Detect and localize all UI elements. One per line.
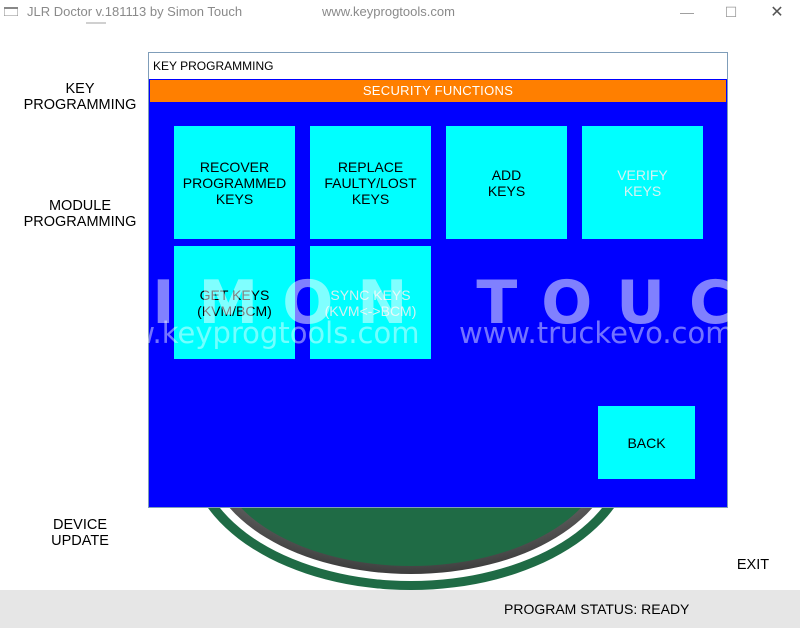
close-button[interactable]: ✕	[754, 0, 800, 24]
recover-programmed-keys-button[interactable]: RECOVER PROGRAMMED KEYS	[174, 126, 295, 239]
dialog-title: KEY PROGRAMMING	[149, 53, 727, 79]
replace-faulty-lost-keys-button[interactable]: REPLACE FAULTY/LOST KEYS	[310, 126, 431, 239]
menu-device-update[interactable]: DEVICE UPDATE	[20, 517, 140, 549]
get-keys-label: GET KEYS (KVM/BCM)	[197, 286, 272, 319]
recover-programmed-keys-label: RECOVER PROGRAMMED KEYS	[182, 158, 287, 207]
titlebar-separator	[86, 22, 106, 24]
menu-exit[interactable]: EXIT	[725, 557, 781, 573]
window-title: JLR Doctor v.181113 by Simon Touch	[27, 4, 243, 19]
minimize-button[interactable]: —	[664, 0, 710, 24]
menu-device-update-label: DEVICE UPDATE	[51, 517, 109, 549]
back-button[interactable]: BACK	[598, 406, 695, 479]
title-bar: JLR Doctor v.181113 by Simon Touch www.k…	[0, 0, 800, 24]
menu-module-programming-label: MODULE PROGRAMMING	[23, 198, 137, 230]
verify-keys-label: VERIFY KEYS	[617, 166, 668, 199]
menu-key-programming-label: KEY PROGRAMMING	[23, 81, 137, 113]
menu-key-programming[interactable]: KEY PROGRAMMING	[20, 81, 140, 113]
add-keys-label: ADD KEYS	[487, 166, 526, 199]
window-url: www.keyprogtools.com	[322, 4, 455, 19]
sync-keys-button[interactable]: SYNC KEYS (KVM<->BCM)	[310, 246, 431, 359]
sync-keys-label: SYNC KEYS (KVM<->BCM)	[324, 286, 417, 319]
replace-faulty-lost-keys-label: REPLACE FAULTY/LOST KEYS	[324, 158, 417, 207]
security-functions-header: SECURITY FUNCTIONS	[150, 80, 726, 102]
verify-keys-button[interactable]: VERIFY KEYS	[582, 126, 703, 239]
key-programming-dialog: KEY PROGRAMMING SECURITY FUNCTIONS RECOV…	[148, 52, 728, 508]
program-status: PROGRAM STATUS: READY	[504, 601, 690, 617]
menu-module-programming[interactable]: MODULE PROGRAMMING	[20, 198, 140, 230]
maximize-button[interactable]: ☐	[708, 0, 754, 24]
status-bar: PROGRAM STATUS: READY	[0, 590, 800, 628]
get-keys-button[interactable]: GET KEYS (KVM/BCM)	[174, 246, 295, 359]
app-window-icon	[4, 7, 18, 16]
menu-exit-label: EXIT	[736, 557, 770, 573]
add-keys-button[interactable]: ADD KEYS	[446, 126, 567, 239]
back-label: BACK	[627, 434, 666, 451]
